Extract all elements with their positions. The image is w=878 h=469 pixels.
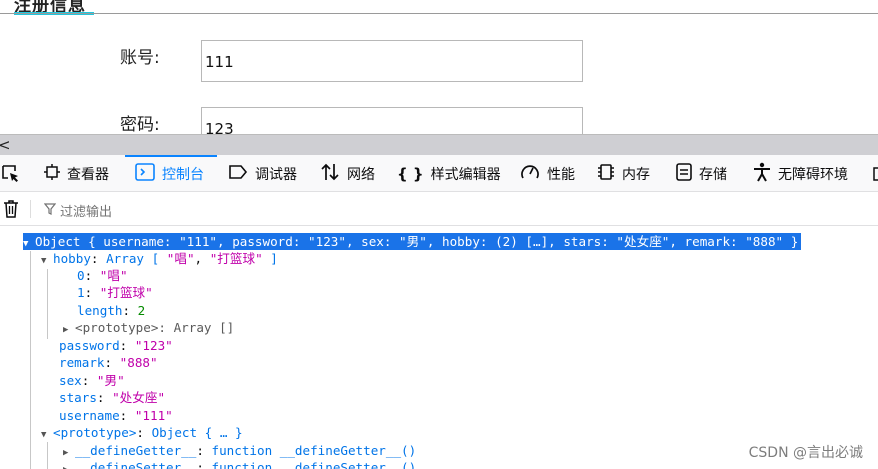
tab-performance-label: 性能 — [547, 166, 575, 183]
style-editor-icon: { } — [397, 164, 424, 183]
account-label: 账号: — [120, 48, 160, 68]
tree-node-stars[interactable]: stars: "处女座" — [59, 389, 165, 406]
tab-console-label: 控制台 — [162, 166, 204, 183]
tab-storage[interactable]: 存储 — [676, 155, 727, 192]
performance-icon — [520, 163, 540, 185]
tab-network-label: 网络 — [347, 166, 375, 183]
tab-debugger[interactable]: 调试器 — [228, 155, 297, 192]
console-filter-bar: 过滤输出 — [0, 192, 878, 226]
csdn-watermark: CSDN @言出必诚 — [748, 445, 863, 461]
active-tab-indicator — [125, 155, 217, 157]
more-tabs-icon[interactable] — [872, 155, 878, 192]
tree-node-length[interactable]: length: 2 — [77, 302, 145, 319]
tree-guide — [47, 269, 48, 339]
tab-console[interactable]: 控制台 — [135, 155, 204, 192]
tab-storage-label: 存储 — [699, 166, 727, 183]
tab-inspector-label: 查看器 — [67, 166, 109, 183]
filter-placeholder: 过滤输出 — [60, 205, 113, 220]
tree-node-define-getter[interactable]: ▶ __defineGetter__: function __defineGett… — [63, 442, 416, 459]
tab-performance[interactable]: 性能 — [520, 155, 575, 192]
accessibility-icon — [753, 162, 771, 186]
expand-triangle-icon[interactable]: ▼ — [23, 236, 35, 253]
password-label: 密码: — [120, 115, 160, 134]
tree-node-hobby-1[interactable]: 1: "打篮球" — [77, 284, 153, 301]
inspector-icon — [44, 163, 60, 184]
tree-node-remark[interactable]: remark: "888" — [59, 354, 158, 371]
pick-element-icon — [2, 164, 18, 182]
tab-inspector[interactable]: 查看器 — [44, 155, 109, 192]
console-log-object[interactable]: ▼ Object { username: "111", password: "12… — [23, 233, 802, 253]
devtools-toolbar: 查看器 控制台 调试器 网络 { } 样式编辑器 性能 内存 存储 无障碍环境 — [0, 155, 878, 192]
debugger-icon — [228, 164, 248, 184]
tab-memory-label: 内存 — [622, 166, 650, 183]
network-icon — [320, 163, 340, 185]
storage-icon — [676, 162, 692, 185]
tab-style-editor[interactable]: { } 样式编辑器 — [397, 155, 501, 192]
console-output: ▼ Object { username: "111", password: "12… — [0, 227, 878, 469]
tab-accessibility-label: 无障碍环境 — [778, 166, 848, 183]
tree-node-sex[interactable]: sex: "男" — [59, 372, 125, 389]
tree-node-password[interactable]: password: "123" — [59, 337, 173, 354]
tree-guide — [47, 442, 48, 469]
tree-node-define-setter[interactable]: ▶__defineSetter__: function __defineSett… — [63, 459, 416, 469]
memory-icon — [597, 163, 615, 185]
tree-node-hobby[interactable]: ▼ hobby: Array [ "唱", "打篮球" ] — [41, 250, 278, 267]
tab-style-editor-label: 样式编辑器 — [430, 166, 501, 183]
tree-node-hobby-0[interactable]: 0: "唱" — [77, 267, 128, 284]
account-input[interactable]: 111 — [201, 40, 583, 82]
title-divider — [0, 13, 878, 14]
filter-separator — [30, 200, 31, 218]
tab-memory[interactable]: 内存 — [597, 155, 650, 192]
expand-triangle-icon[interactable]: ▼ — [41, 427, 53, 444]
filter-output-input[interactable]: 过滤输出 — [43, 201, 113, 220]
tab-network[interactable]: 网络 — [320, 155, 375, 192]
tree-node-username[interactable]: username: "111" — [59, 407, 173, 424]
tab-accessibility[interactable]: 无障碍环境 — [753, 155, 848, 192]
tree-node-object-prototype[interactable]: ▼ <prototype>: Object { … } — [41, 424, 243, 441]
console-icon — [135, 162, 155, 185]
password-input[interactable]: 123 — [201, 107, 583, 134]
clear-console-trash-icon[interactable] — [3, 199, 19, 219]
collapse-triangle-icon[interactable]: ▶ — [63, 462, 75, 469]
tab-debugger-label: 调试器 — [255, 166, 297, 183]
filter-funnel-icon — [43, 203, 57, 218]
tree-node-array-prototype[interactable]: ▶ <prototype>: Array [] — [63, 319, 234, 336]
tree-guide — [30, 251, 31, 469]
expand-triangle-icon[interactable]: ▼ — [41, 253, 53, 270]
pick-element-button[interactable] — [1, 155, 21, 192]
collapse-chevron-icon[interactable]: < — [0, 136, 11, 154]
devtools-resize-bar[interactable]: < — [0, 134, 878, 155]
web-page: 注册信息 账号: 111 密码: 123 — [0, 0, 878, 134]
